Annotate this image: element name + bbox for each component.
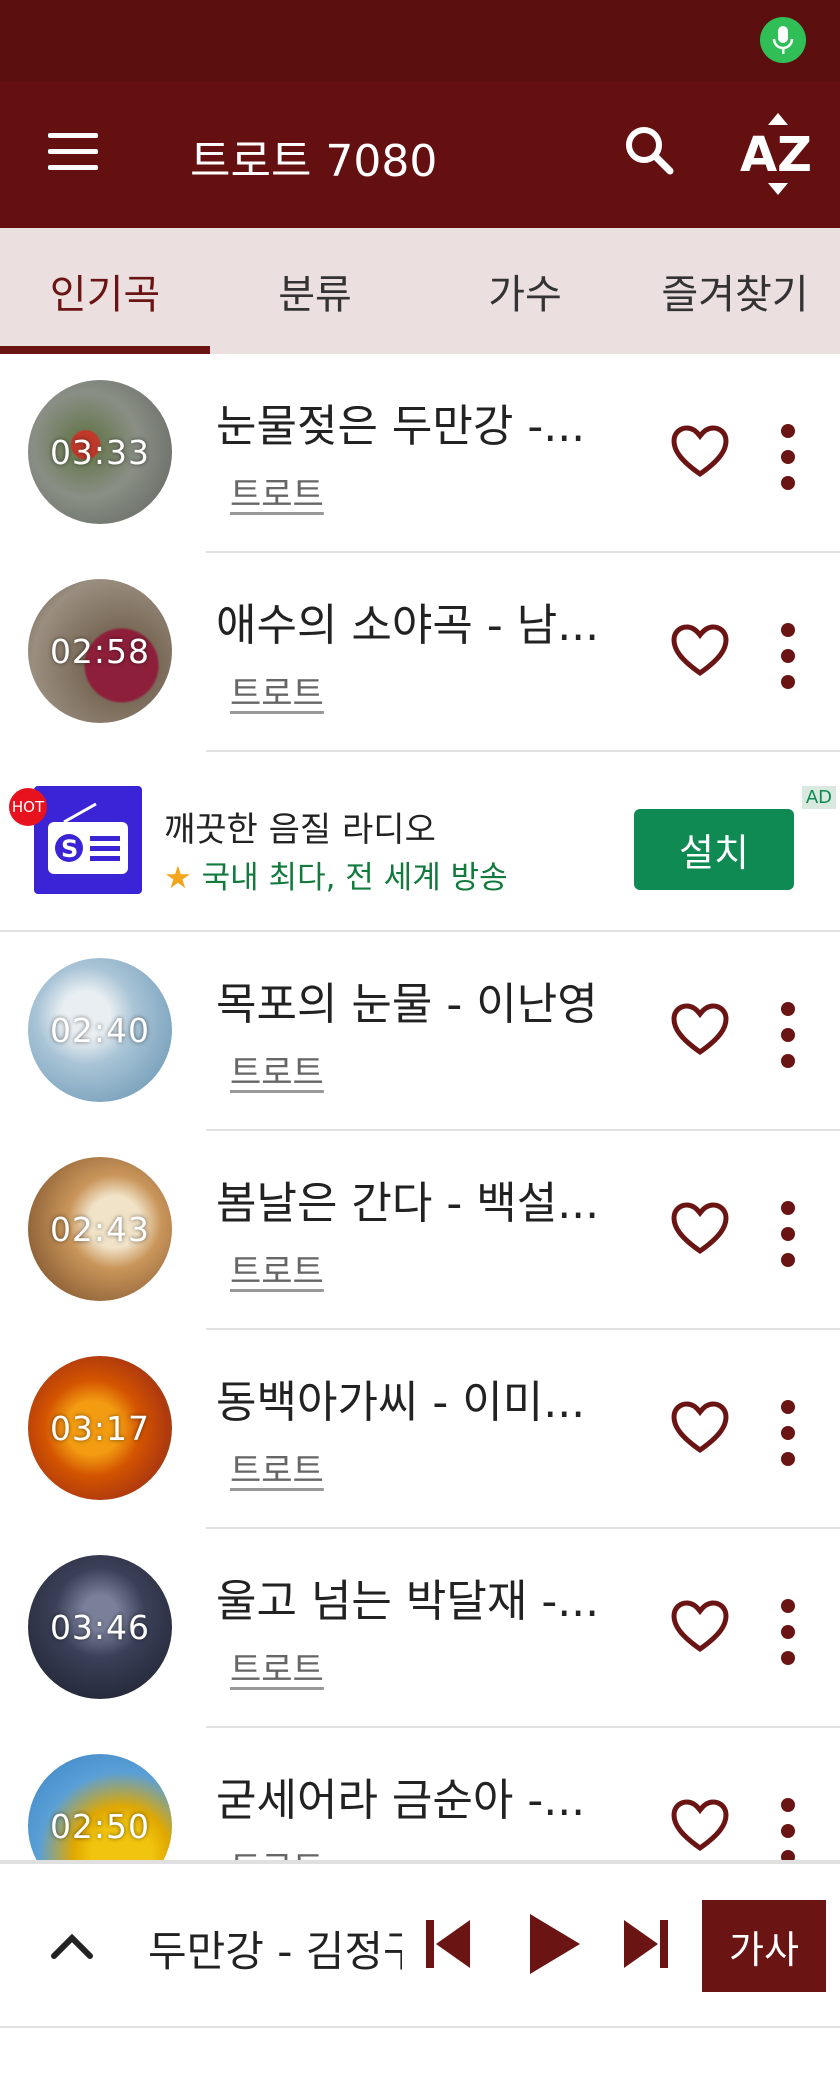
song-row[interactable]: 03:33 눈물젖은 두만강 -... 트로트 <box>28 354 840 553</box>
more-options-icon[interactable] <box>776 1400 800 1476</box>
mic-icon[interactable] <box>760 17 806 63</box>
song-row[interactable]: 02:43 봄날은 간다 - 백설... 트로트 <box>28 1131 840 1330</box>
song-thumbnail: 02:40 <box>28 958 172 1102</box>
more-options-icon[interactable] <box>776 424 800 500</box>
more-options-icon[interactable] <box>776 1798 800 1860</box>
tab-category[interactable]: 분류 <box>210 228 420 354</box>
song-duration: 02:50 <box>49 1806 151 1846</box>
song-title: 울고 넘는 박달재 -... <box>216 1576 600 1627</box>
song-genre[interactable]: 트로트 <box>230 1841 324 1860</box>
favorite-heart-icon[interactable] <box>670 623 730 679</box>
ad-subtitle-text: 국내 최다, 전 세계 방송 <box>201 860 508 896</box>
favorite-heart-icon[interactable] <box>670 424 730 480</box>
song-genre[interactable]: 트로트 <box>230 1642 324 1691</box>
song-thumbnail: 02:43 <box>28 1157 172 1301</box>
more-options-icon[interactable] <box>776 1002 800 1078</box>
song-title: 목포의 눈물 - 이난영 <box>216 979 598 1030</box>
ad-badge: AD <box>801 786 836 809</box>
star-icon: ★ <box>164 860 192 896</box>
ad-banner[interactable]: S HOT 깨끗한 음질 라디오 ★ 국내 최다, 전 세계 방송 설치 AD <box>0 752 840 932</box>
app-bar: 트로트 7080 AZ <box>0 81 840 228</box>
menu-icon[interactable] <box>48 133 98 171</box>
favorite-heart-icon[interactable] <box>670 1798 730 1854</box>
song-row[interactable]: 03:17 동백아가씨 - 이미... 트로트 <box>28 1330 840 1529</box>
sort-az-icon[interactable]: AZ <box>738 111 818 197</box>
tab-singer[interactable]: 가수 <box>420 228 630 354</box>
song-list[interactable]: 03:33 눈물젖은 두만강 -... 트로트 02:58 애수의 소야곡 - … <box>0 354 840 1860</box>
song-title: 동백아가씨 - 이미... <box>216 1377 586 1428</box>
song-duration: 02:40 <box>49 1010 151 1050</box>
song-genre[interactable]: 트로트 <box>230 1045 324 1094</box>
favorite-heart-icon[interactable] <box>670 1599 730 1655</box>
song-genre[interactable]: 트로트 <box>230 666 324 715</box>
song-row[interactable]: 03:46 울고 넘는 박달재 -... 트로트 <box>28 1529 840 1728</box>
song-genre[interactable]: 트로트 <box>230 1244 324 1293</box>
song-thumbnail: 03:17 <box>28 1356 172 1500</box>
favorite-heart-icon[interactable] <box>670 1201 730 1257</box>
song-duration: 03:33 <box>49 432 151 472</box>
ad-title: 깨끗한 음질 라디오 <box>164 810 436 850</box>
search-icon[interactable] <box>618 121 682 185</box>
tab-favorites[interactable]: 즐겨찾기 <box>630 228 840 354</box>
song-row[interactable]: 02:40 목포의 눈물 - 이난영 트로트 <box>28 932 840 1131</box>
svg-text:AZ: AZ <box>740 127 812 183</box>
svg-text:S: S <box>61 835 78 863</box>
mini-player: 두만강 - 김정구 가사 <box>0 1860 840 2028</box>
song-thumbnail: 02:50 <box>28 1754 172 1860</box>
ad-subtitle: ★ 국내 최다, 전 세계 방송 <box>164 852 508 897</box>
song-title: 애수의 소야곡 - 남... <box>216 600 600 651</box>
song-duration: 03:17 <box>49 1408 151 1448</box>
favorite-heart-icon[interactable] <box>670 1400 730 1456</box>
now-playing-title: 두만강 - 김정구 <box>148 1927 402 1976</box>
app-title: 트로트 7080 <box>190 136 438 187</box>
song-duration: 03:46 <box>49 1607 151 1647</box>
more-options-icon[interactable] <box>776 623 800 699</box>
radio-app-icon: S <box>34 786 142 894</box>
tab-bar: 인기곡 분류 가수 즐겨찾기 <box>0 228 840 354</box>
chevron-up-icon[interactable] <box>50 1930 94 1960</box>
song-thumbnail: 03:33 <box>28 380 172 524</box>
lyrics-button[interactable]: 가사 <box>702 1900 826 1992</box>
favorite-heart-icon[interactable] <box>670 1002 730 1058</box>
song-thumbnail: 02:58 <box>28 579 172 723</box>
play-icon[interactable] <box>526 1912 582 1980</box>
song-duration: 02:43 <box>49 1209 151 1249</box>
song-thumbnail: 03:46 <box>28 1555 172 1699</box>
song-title: 눈물젖은 두만강 -... <box>216 401 586 452</box>
song-genre[interactable]: 트로트 <box>230 1443 324 1492</box>
song-row[interactable]: 02:50 굳세어라 금순아 -... 트로트 <box>28 1728 840 1860</box>
song-title: 봄날은 간다 - 백설... <box>216 1178 600 1229</box>
more-options-icon[interactable] <box>776 1599 800 1675</box>
song-genre[interactable]: 트로트 <box>230 467 324 516</box>
status-bar <box>0 0 840 81</box>
next-track-icon[interactable] <box>620 1916 670 1976</box>
previous-track-icon[interactable] <box>424 1916 474 1976</box>
song-row[interactable]: 02:58 애수의 소야곡 - 남... 트로트 <box>28 553 840 752</box>
song-title: 굳세어라 금순아 -... <box>216 1775 586 1826</box>
install-button[interactable]: 설치 <box>634 809 794 890</box>
hot-badge: HOT <box>9 788 47 826</box>
song-duration: 02:58 <box>49 631 151 671</box>
more-options-icon[interactable] <box>776 1201 800 1277</box>
tab-popular[interactable]: 인기곡 <box>0 228 210 354</box>
